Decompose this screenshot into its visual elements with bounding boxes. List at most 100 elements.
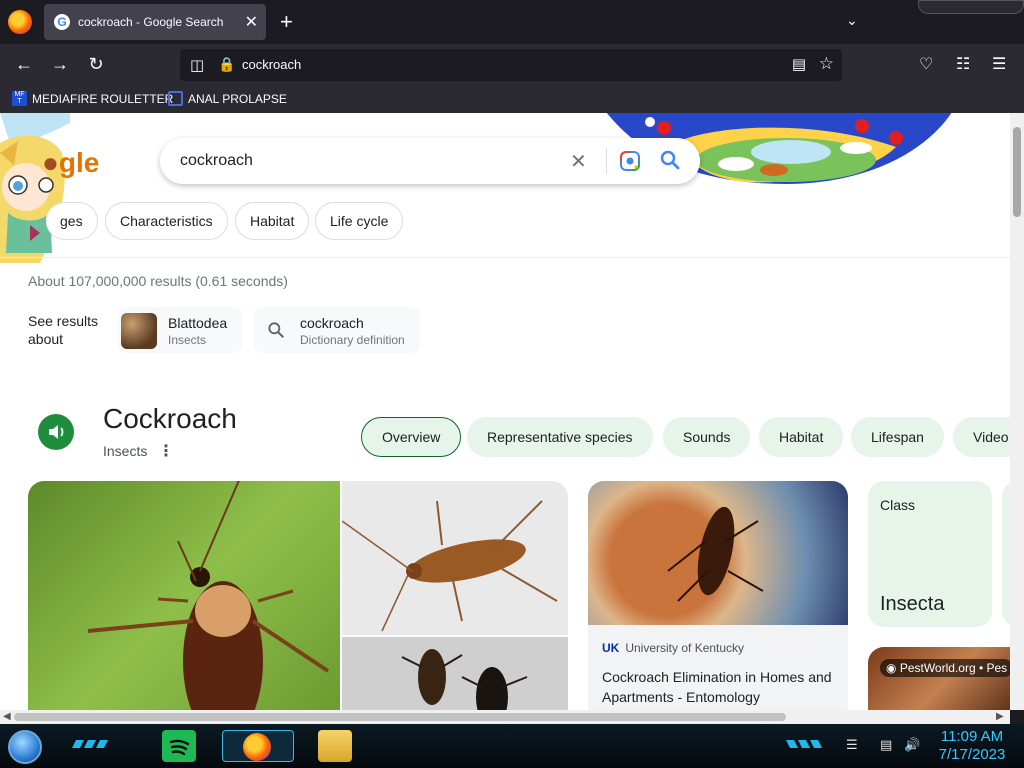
menu-hamburger-icon[interactable]: ☰ [992,54,1006,74]
result-source: UK University of Kentucky [602,641,744,655]
tab-title: cockroach - Google Search [78,15,224,29]
google-logo[interactable]: ●gle [42,147,99,179]
chip-characteristics[interactable]: Characteristics [105,202,228,240]
pronunciation-speaker-button[interactable] [38,414,74,450]
speaker-icon [49,425,64,439]
header-divider [0,257,1010,258]
about-item-title: cockroach [300,315,364,331]
back-arrow-icon[interactable]: ← [13,54,35,75]
tab-overview[interactable]: Overview [361,417,462,457]
network-icon[interactable]: ▤ [880,737,892,753]
horizontal-scrollbar[interactable]: ◀ ▶ [0,710,1010,724]
result-source-label: University of Kentucky [625,641,745,655]
window-frame-decoration [918,0,1024,14]
entity-title: Cockroach [103,403,237,434]
pestworld-image-card[interactable]: ◉ PestWorld.org • Pes [868,647,1010,710]
cockroach-image-top-right[interactable] [342,481,568,635]
system-clock[interactable]: 11:09 AM 7/17/2023 [930,728,1014,764]
tab-lifespan[interactable]: Lifespan [851,417,944,457]
taskbar: ☰ ▤ 🔊 11:09 AM 7/17/2023 [0,724,1024,768]
clock-date: 7/17/2023 [938,746,1006,763]
tab-habitat[interactable]: Habitat [759,417,844,457]
search-icon[interactable] [658,148,682,172]
chip-life-cycle[interactable]: Life cycle [315,202,404,240]
result-card-university-kentucky[interactable]: UK University of Kentucky Cockroach Elimi… [588,481,848,710]
show-hidden-icons[interactable]: ☰ [846,737,858,753]
address-bar[interactable]: ◫ 🔒 cockroach ▤ ☆ [180,49,842,81]
page-content: ●gle cockroach ✕ ges Characteristics Hab… [0,113,1010,710]
uk-logo-icon: UK [602,641,620,655]
list-all-tabs-icon[interactable]: ⌄ [846,12,858,29]
tracking-protection-shield-icon[interactable]: ◫ [190,56,204,74]
firefox-taskbar-icon[interactable] [222,730,294,762]
scroll-left-arrow-icon[interactable]: ◀ [3,711,11,722]
extensions-icon[interactable]: ☷ [956,54,970,74]
reload-icon[interactable]: ↻ [85,54,107,75]
about-item-blattodea[interactable]: Blattodea Insects [118,307,242,353]
result-card-image [588,481,848,625]
tab-sounds[interactable]: Sounds [663,417,751,457]
cockroach-image-bottom-right[interactable] [342,637,568,710]
navigation-toolbar: ← → ↻ ◫ 🔒 cockroach ▤ ☆ ♡ ☷ ☰ [0,44,1024,86]
scroll-right-arrow-icon[interactable]: ▶ [996,711,1004,722]
class-label: Class [880,497,916,513]
clear-search-icon[interactable]: ✕ [570,149,587,174]
bookmarks-toolbar: MF T MEDIAFIRE ROULETTER ANAL PROLAPSE [0,86,1024,113]
class-card[interactable]: Class Insecta [868,481,992,627]
vertical-scrollbar[interactable] [1010,113,1024,710]
url-text[interactable]: cockroach [242,57,301,72]
result-stats: About 107,000,000 results (0.61 seconds) [28,273,288,289]
cockroach-image-main[interactable] [28,481,340,710]
bookmark-star-icon[interactable]: ☆ [819,54,834,74]
about-item-title: Blattodea [168,315,228,331]
search-box[interactable]: cockroach ✕ [160,138,700,184]
scrollbar-thumb[interactable] [1013,127,1021,217]
search-input[interactable]: cockroach [180,152,253,170]
spotify-taskbar-icon[interactable] [162,730,196,762]
more-options-icon[interactable]: ⋮ [158,441,174,461]
firefox-icon[interactable] [8,10,32,34]
taskbar-decoration [786,740,822,748]
reader-view-icon[interactable]: ▤ [792,55,806,73]
tab-close-icon[interactable]: ✕ [245,12,258,32]
firefox-icon [243,733,271,761]
chip-images[interactable]: ges [46,202,98,240]
tab-video[interactable]: Video [953,417,1010,457]
about-item-subtitle: Insects [168,333,207,347]
google-lens-icon[interactable] [618,149,642,173]
file-explorer-taskbar-icon[interactable] [318,730,352,762]
cockroach-photo [401,649,528,710]
chip-habitat[interactable]: Habitat [235,202,310,240]
blattodea-thumbnail [121,313,157,349]
cockroach-photo [342,500,558,632]
lock-icon[interactable]: 🔒 [218,56,235,73]
cockroach-photo [667,506,764,602]
class-value: Insecta [880,593,945,615]
google-favicon-icon: G [54,14,70,30]
tab-active[interactable]: G cockroach - Google Search ✕ [44,4,266,40]
clock-time: 11:09 AM [940,728,1004,745]
about-item-subtitle: Dictionary definition [300,333,405,347]
about-item-dictionary[interactable]: cockroach Dictionary definition [254,307,420,353]
scrollbar-thumb[interactable] [14,713,786,721]
tab-representative-species[interactable]: Representative species [467,417,653,457]
bookmark-item[interactable]: MF T MEDIAFIRE ROULETTER [12,91,173,106]
pocket-icon[interactable]: ♡ [919,54,933,74]
start-button[interactable] [8,730,42,764]
bookmark-item[interactable]: ANAL PROLAPSE [168,91,287,106]
result-title[interactable]: Cockroach Elimination in Homes and Apart… [602,667,838,707]
see-results-about-label: See results about [28,313,99,347]
cartoon-sticker-image [0,113,70,263]
entity-subtitle: Insects [103,443,148,459]
taskbar-decoration [72,740,108,748]
bookmark-label: MEDIAFIRE ROULETTER [32,91,174,106]
logo-text: gle [58,147,100,178]
new-tab-button[interactable]: + [280,9,293,35]
volume-icon[interactable]: 🔊 [904,737,920,753]
image-source-label: ◉ PestWorld.org • Pes [880,659,1010,677]
next-attribute-card[interactable] [1002,481,1010,627]
search-icon [268,322,284,338]
bookmark-label: ANAL PROLAPSE [188,91,287,106]
forward-arrow-icon[interactable]: → [49,54,71,75]
tab-bar: G cockroach - Google Search ✕ + ⌄ [0,0,1024,44]
